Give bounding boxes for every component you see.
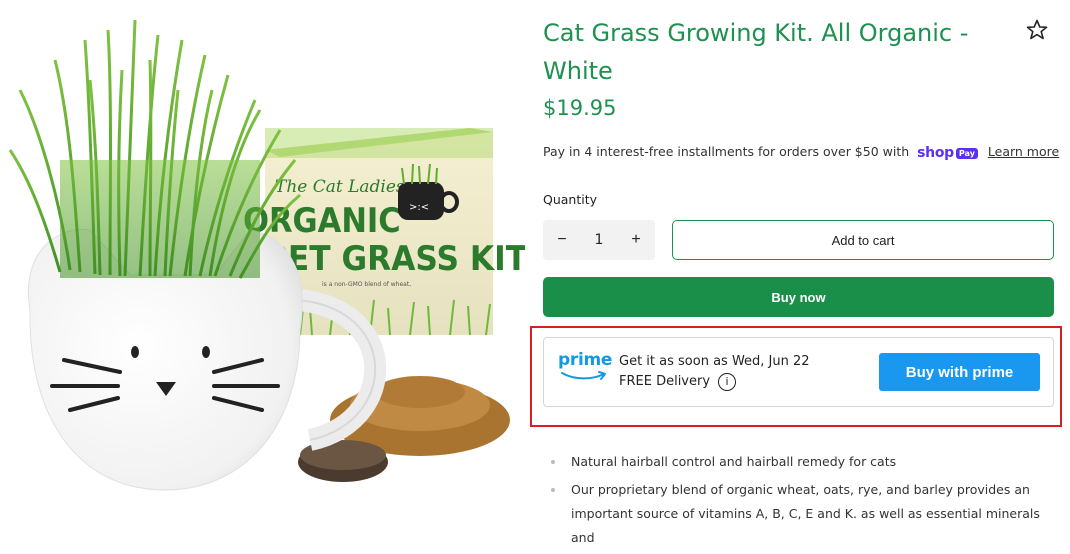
delivery-date: Get it as soon as Wed, Jun 22 bbox=[619, 354, 810, 369]
quantity-increase-button[interactable]: + bbox=[617, 220, 655, 260]
bullet-dot bbox=[551, 460, 555, 464]
box-title-line2: PET GRASS KIT bbox=[265, 239, 525, 279]
free-delivery-text: FREE Delivery bbox=[619, 374, 711, 389]
bullet-dot bbox=[551, 488, 555, 492]
shop-pay-logo: shop Pay bbox=[917, 145, 978, 161]
feature-item: Our proprietary blend of organic wheat, … bbox=[551, 478, 1051, 550]
star-outline-icon[interactable] bbox=[1025, 18, 1049, 42]
quantity-label: Quantity bbox=[543, 192, 598, 207]
installments-text: Pay in 4 interest-free installments for … bbox=[543, 144, 910, 159]
pay-pill: Pay bbox=[955, 147, 978, 159]
prime-logo: prime bbox=[558, 350, 613, 384]
buy-with-prime-widget: prime Get it as soon as Wed, Jun 22 FREE… bbox=[543, 337, 1054, 407]
info-circle-icon[interactable]: i bbox=[718, 372, 737, 391]
buy-now-button[interactable]: Buy now bbox=[543, 277, 1054, 317]
shop-word: shop bbox=[917, 144, 954, 161]
box-brand-text: The Cat Ladies bbox=[275, 177, 405, 197]
feature-text: Natural hairball control and hairball re… bbox=[571, 454, 897, 469]
delivery-info: Get it as soon as Wed, Jun 22 FREE Deliv… bbox=[619, 352, 810, 392]
feature-list: Natural hairball control and hairball re… bbox=[551, 450, 1051, 554]
installments-note: Pay in 4 interest-free installments for … bbox=[543, 144, 1059, 161]
product-photo: The Cat Ladies ORGANIC PET GRASS KIT is … bbox=[8, 19, 525, 491]
add-to-cart-button[interactable]: Add to cart bbox=[672, 220, 1054, 260]
prime-smile-arrow-icon bbox=[561, 371, 606, 380]
prime-logo-text: prime bbox=[558, 350, 613, 370]
free-delivery-row: FREE Delivery i bbox=[619, 372, 810, 392]
product-image[interactable]: The Cat Ladies ORGANIC PET GRASS KIT is … bbox=[0, 0, 525, 522]
feature-text: Our proprietary blend of organic wheat, … bbox=[571, 482, 1040, 545]
product-title: Cat Grass Growing Kit. All Organic - Whi… bbox=[543, 19, 969, 85]
feature-item: Natural hairball control and hairball re… bbox=[551, 450, 1051, 474]
quantity-value[interactable]: 1 bbox=[584, 232, 614, 248]
product-info: Cat Grass Growing Kit. All Organic - Whi… bbox=[530, 0, 1062, 545]
box-small-text: is a non-GMO blend of wheat, bbox=[322, 281, 411, 288]
quantity-decrease-button[interactable]: − bbox=[543, 220, 581, 260]
product-price: $19.95 bbox=[543, 96, 617, 120]
quantity-stepper: − 1 + bbox=[543, 220, 655, 260]
learn-more-link[interactable]: Learn more bbox=[988, 144, 1059, 159]
svg-text:>:<: >:< bbox=[409, 202, 429, 213]
buy-with-prime-button[interactable]: Buy with prime bbox=[879, 353, 1040, 391]
